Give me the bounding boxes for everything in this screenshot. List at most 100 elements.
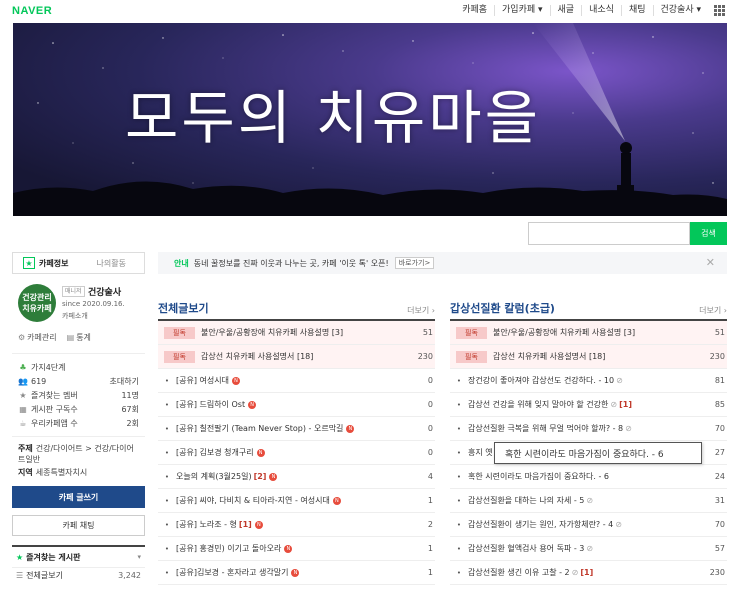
table-row[interactable]: • 갑상선 건강을 위해 잊지 말아야 할 건강한 ⊘ [1] 85 xyxy=(450,393,727,417)
naver-logo[interactable]: NAVER xyxy=(12,5,52,17)
apps-grid-icon[interactable] xyxy=(714,5,725,16)
stat-members: 👥 619 초대하기 xyxy=(18,374,139,388)
cafe-chat-button[interactable]: 카페 채팅 xyxy=(12,515,145,536)
notice-text[interactable]: 동네 꿀정보를 진짜 이웃과 나누는 곳, 카페 '이웃 톡' 오픈! xyxy=(194,258,389,269)
pinned-row[interactable]: 필독 불안/우울/공황장애 치유카페 사용설명 [3] 51 xyxy=(158,321,435,345)
post-title[interactable]: 갑상선질환이 생기는 원인, 자가항체란? - 4 xyxy=(468,520,613,529)
bullet-icon: • xyxy=(164,424,170,433)
board-title[interactable]: 전체글보기 xyxy=(158,300,209,316)
pinned-row[interactable]: 필독 갑상선 치유카페 사용설명서 [18] 230 xyxy=(450,345,727,369)
tab-my-activity[interactable]: 나의활동 xyxy=(79,253,145,273)
bullet-icon: • xyxy=(164,472,170,481)
post-title[interactable]: 오늘의 계획(3월25일) xyxy=(176,472,252,481)
cafe-write-button[interactable]: 카페 글쓰기 xyxy=(12,486,145,508)
table-row[interactable]: • [공유] 칠전팔기 (Team Never Stop) - 오르막길 N 0 xyxy=(158,417,435,441)
pinned-row[interactable]: 필독 불안/우울/공황장애 치유카페 사용설명 [3] 51 xyxy=(450,321,727,345)
comment-count[interactable]: [1] xyxy=(239,520,252,529)
stat-app-label: 우리카페앱 수 xyxy=(31,418,78,428)
favorite-board-label: 전체글보기 xyxy=(26,571,63,580)
table-row[interactable]: • 갑상선질환 극복을 위해 무얼 먹어야 할까? - 8 ⊘ 70 xyxy=(450,417,727,441)
invite-link[interactable]: 초대하기 xyxy=(110,376,139,387)
post-title[interactable]: 갑상선 치유카페 사용설명서 [18] xyxy=(201,351,399,362)
since-date: since 2020.09.16. xyxy=(62,300,125,308)
table-row[interactable]: • 갑상선질환 생긴 이유 고찰 - 2 ⊘ [1] 230 xyxy=(450,561,727,585)
cafe-banner[interactable]: 모두의 치유마을 xyxy=(13,23,727,216)
post-title[interactable]: 갑상선질환 극복을 위해 무얼 먹어야 할까? - 8 xyxy=(468,424,623,433)
table-row[interactable]: • 오늘의 계획(3월25일) [2] N 4 xyxy=(158,465,435,489)
stat-fav-members: ★ 즐겨찾는 멤버 11명 xyxy=(18,388,139,402)
view-count: 0 xyxy=(427,400,433,409)
chevron-down-icon[interactable]: ▾ xyxy=(137,553,141,561)
post-title[interactable]: [공유] 씨야, 다비치 & 티아라-지연 - 여성시대 xyxy=(176,496,330,505)
post-title[interactable]: [공유] 칠전팔기 (Team Never Stop) - 오르막길 xyxy=(176,424,343,433)
post-title[interactable]: [공유]김보경 - 혼자라고 생각말기 xyxy=(176,568,288,577)
post-title[interactable]: 불안/우울/공황장애 치유카페 사용설명 [3] xyxy=(493,327,691,338)
comment-count[interactable]: [1] xyxy=(619,400,632,409)
favorite-board-item[interactable]: ☰ 전체글보기 3,242 xyxy=(12,567,145,583)
table-row[interactable]: • [공유] 노라조 - 형 [1] N 2 xyxy=(158,513,435,537)
manager-name[interactable]: 건강술사 xyxy=(88,285,121,298)
post-title-cell: [공유] 노라조 - 형 [1] N xyxy=(176,519,399,530)
new-badge-icon: N xyxy=(346,424,355,433)
post-title[interactable]: 장건강이 좋아져야 갑상선도 건강하다. - 10 xyxy=(468,376,614,385)
tab-cafe-info[interactable]: ★ 카페정보 xyxy=(13,253,79,273)
post-title[interactable]: [공유] 노라조 - 형 xyxy=(176,520,237,529)
table-row[interactable]: • 갑상선질환을 대하는 나의 자세 - 5 ⊘ 31 xyxy=(450,489,727,513)
table-row[interactable]: • [공유] 홍경민) 이기고 돌아오라 N 1 xyxy=(158,537,435,561)
post-title[interactable]: 흥지 옛 xyxy=(468,448,493,457)
table-row[interactable]: • [공유] 김보경 청개구리 N 0 xyxy=(158,441,435,465)
cafe-search-input[interactable] xyxy=(528,222,690,245)
nav-new-posts[interactable]: 새글 xyxy=(549,5,582,16)
post-title[interactable]: 갑상선질환을 대하는 나의 자세 - 5 xyxy=(468,496,584,505)
post-title[interactable]: 혹한 시련이라도 마음가짐이 중요하다. - 6 xyxy=(468,472,609,481)
table-row[interactable]: • [공유]김보경 - 혼자라고 생각말기 N 1 xyxy=(158,561,435,585)
nav-chat[interactable]: 채팅 xyxy=(620,5,653,16)
post-title[interactable]: 갑상선 건강을 위해 잊지 말아야 할 건강한 xyxy=(468,400,608,409)
topic-value[interactable]: 건강/다이어트 > 건강/다이어트일반 xyxy=(18,444,134,464)
notice-go-button[interactable]: 바로가기> xyxy=(394,257,435,269)
post-title[interactable]: 불안/우울/공황장애 치유카페 사용설명 [3] xyxy=(201,327,399,338)
post-title[interactable]: 갑상선 치유카페 사용설명서 [18] xyxy=(493,351,691,362)
bullet-icon: • xyxy=(456,448,462,457)
nav-user-menu[interactable]: 건강술사 ▾ xyxy=(652,5,709,16)
stats-link[interactable]: ▤ 통계 xyxy=(67,332,91,343)
table-row[interactable]: • [공유] 여성시대 N 0 xyxy=(158,369,435,393)
pinned-row[interactable]: 필독 갑상선 치유카페 사용설명서 [18] 230 xyxy=(158,345,435,369)
comment-count[interactable]: [2] xyxy=(254,472,267,481)
view-count: 4 xyxy=(427,472,433,481)
cafe-intro-link[interactable]: 카페소개 xyxy=(62,311,88,321)
table-row[interactable]: • 갑상선질환 혈액검사 용어 독파 - 3 ⊘ 57 xyxy=(450,537,727,561)
nav-joined-cafes[interactable]: 가입카페 ▾ xyxy=(494,5,550,16)
table-row[interactable]: • [공유] 씨야, 다비치 & 티아라-지연 - 여성시대 N 1 xyxy=(158,489,435,513)
post-title-cell: 갑상선질환을 대하는 나의 자세 - 5 ⊘ xyxy=(468,495,691,506)
table-row[interactable]: • [공유] 드림하이 Ost N 0 xyxy=(158,393,435,417)
view-count: 2 xyxy=(427,520,433,529)
table-row[interactable]: • 혹한 시련이라도 마음가짐이 중요하다. - 6 24 xyxy=(450,465,727,489)
cafe-avatar[interactable]: 건강관리 치유카페 xyxy=(18,284,56,322)
board-title[interactable]: 갑상선질환 칼럼(초급) xyxy=(450,300,555,316)
more-link[interactable]: 더보기 › xyxy=(407,305,435,316)
post-title[interactable]: 갑상선질환 생긴 이유 고찰 - 2 xyxy=(468,568,570,577)
post-title[interactable]: [공유] 김보경 청개구리 xyxy=(176,448,254,457)
view-count: 51 xyxy=(422,328,433,337)
post-title[interactable]: [공유] 드림하이 Ost xyxy=(176,400,245,409)
cafe-manage-link[interactable]: ⚙ 카페관리 xyxy=(18,332,57,343)
search-button[interactable]: 검색 xyxy=(690,222,727,245)
view-count: 31 xyxy=(714,496,725,505)
favorite-boards-header[interactable]: ★ 즐겨찾는 게시판 ▾ xyxy=(12,545,145,567)
post-title[interactable]: [공유] 홍경민) 이기고 돌아오라 xyxy=(176,544,281,553)
post-title[interactable]: [공유] 여성시대 xyxy=(176,376,229,385)
stat-app-value: 2회 xyxy=(126,418,139,428)
post-title[interactable]: 갑상선질환 혈액검사 용어 독파 - 3 xyxy=(468,544,584,553)
table-row[interactable]: • 장건강이 좋아져야 갑상선도 건강하다. - 10 ⊘ 81 xyxy=(450,369,727,393)
stat-members-label: 619 xyxy=(31,376,47,386)
nav-cafe-home[interactable]: 카페홈 xyxy=(455,5,494,16)
post-title-cell: [공유] 씨야, 다비치 & 티아라-지연 - 여성시대 N xyxy=(176,495,399,506)
comment-count[interactable]: [1] xyxy=(580,568,593,577)
post-title-cell: [공유] 드림하이 Ost N xyxy=(176,399,399,410)
table-row[interactable]: • 갑상선질환이 생기는 원인, 자가항체란? - 4 ⊘ 70 xyxy=(450,513,727,537)
cafe-icon: ☕ xyxy=(19,418,27,428)
more-link[interactable]: 더보기 › xyxy=(699,305,727,316)
nav-my-news[interactable]: 내소식 xyxy=(581,5,621,16)
close-icon[interactable]: ✕ xyxy=(706,256,715,269)
